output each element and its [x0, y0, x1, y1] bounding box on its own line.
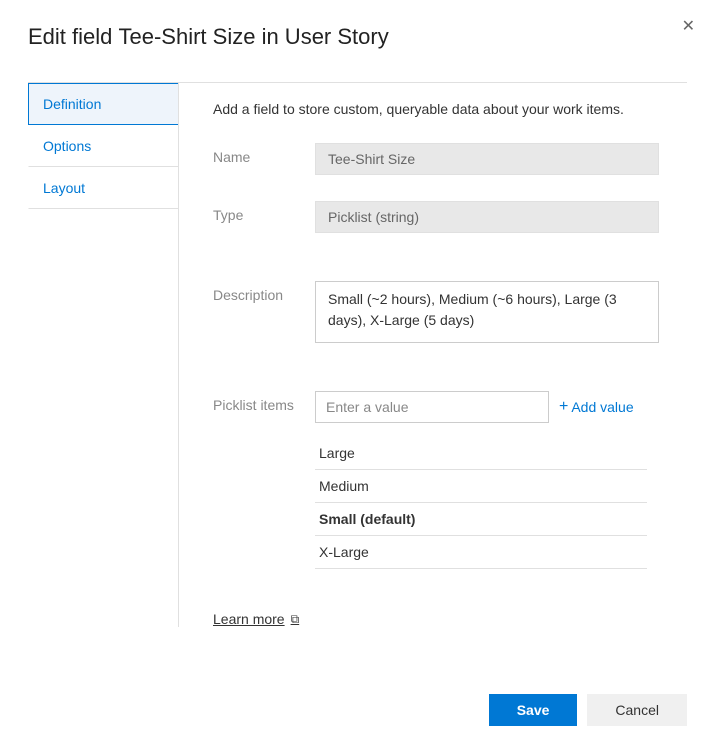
cancel-button[interactable]: Cancel	[587, 694, 687, 726]
save-button[interactable]: Save	[489, 694, 578, 726]
picklist-item[interactable]: X-Large	[315, 536, 647, 569]
picklist-item[interactable]: Small (default)	[315, 503, 647, 536]
title-field-name: Tee-Shirt Size	[119, 24, 256, 49]
add-value-button[interactable]: + Add value	[559, 398, 634, 416]
picklist-item[interactable]: Large	[315, 437, 647, 470]
tabs: Definition Options Layout	[28, 83, 178, 627]
title-suffix: in User Story	[255, 24, 388, 49]
close-icon: ✕	[682, 18, 695, 35]
tab-definition[interactable]: Definition	[28, 83, 178, 125]
label-picklist: Picklist items	[213, 391, 315, 413]
label-name: Name	[213, 143, 315, 165]
name-field	[315, 143, 659, 175]
external-link-icon: ⧉	[291, 612, 300, 627]
type-field	[315, 201, 659, 233]
picklist-item[interactable]: Medium	[315, 470, 647, 503]
tab-content-definition: Add a field to store custom, queryable d…	[178, 83, 687, 627]
title-prefix: Edit field	[28, 24, 119, 49]
learn-more-link[interactable]: Learn more ⧉	[213, 611, 299, 627]
picklist-value-input[interactable]	[315, 391, 549, 423]
footer: Save Cancel	[489, 694, 687, 726]
close-button[interactable]: ✕	[682, 16, 695, 36]
description-field[interactable]: Small (~2 hours), Medium (~6 hours), Lar…	[315, 281, 659, 343]
learn-more-label: Learn more	[213, 611, 285, 627]
label-type: Type	[213, 201, 315, 223]
plus-icon: +	[559, 398, 568, 416]
intro-text: Add a field to store custom, queryable d…	[213, 101, 687, 117]
add-value-label: Add value	[571, 399, 633, 415]
tab-options[interactable]: Options	[28, 125, 178, 167]
picklist-items: Large Medium Small (default) X-Large	[315, 437, 647, 569]
tab-layout[interactable]: Layout	[28, 167, 178, 209]
dialog-title: Edit field Tee-Shirt Size in User Story	[28, 24, 687, 50]
label-description: Description	[213, 281, 315, 303]
